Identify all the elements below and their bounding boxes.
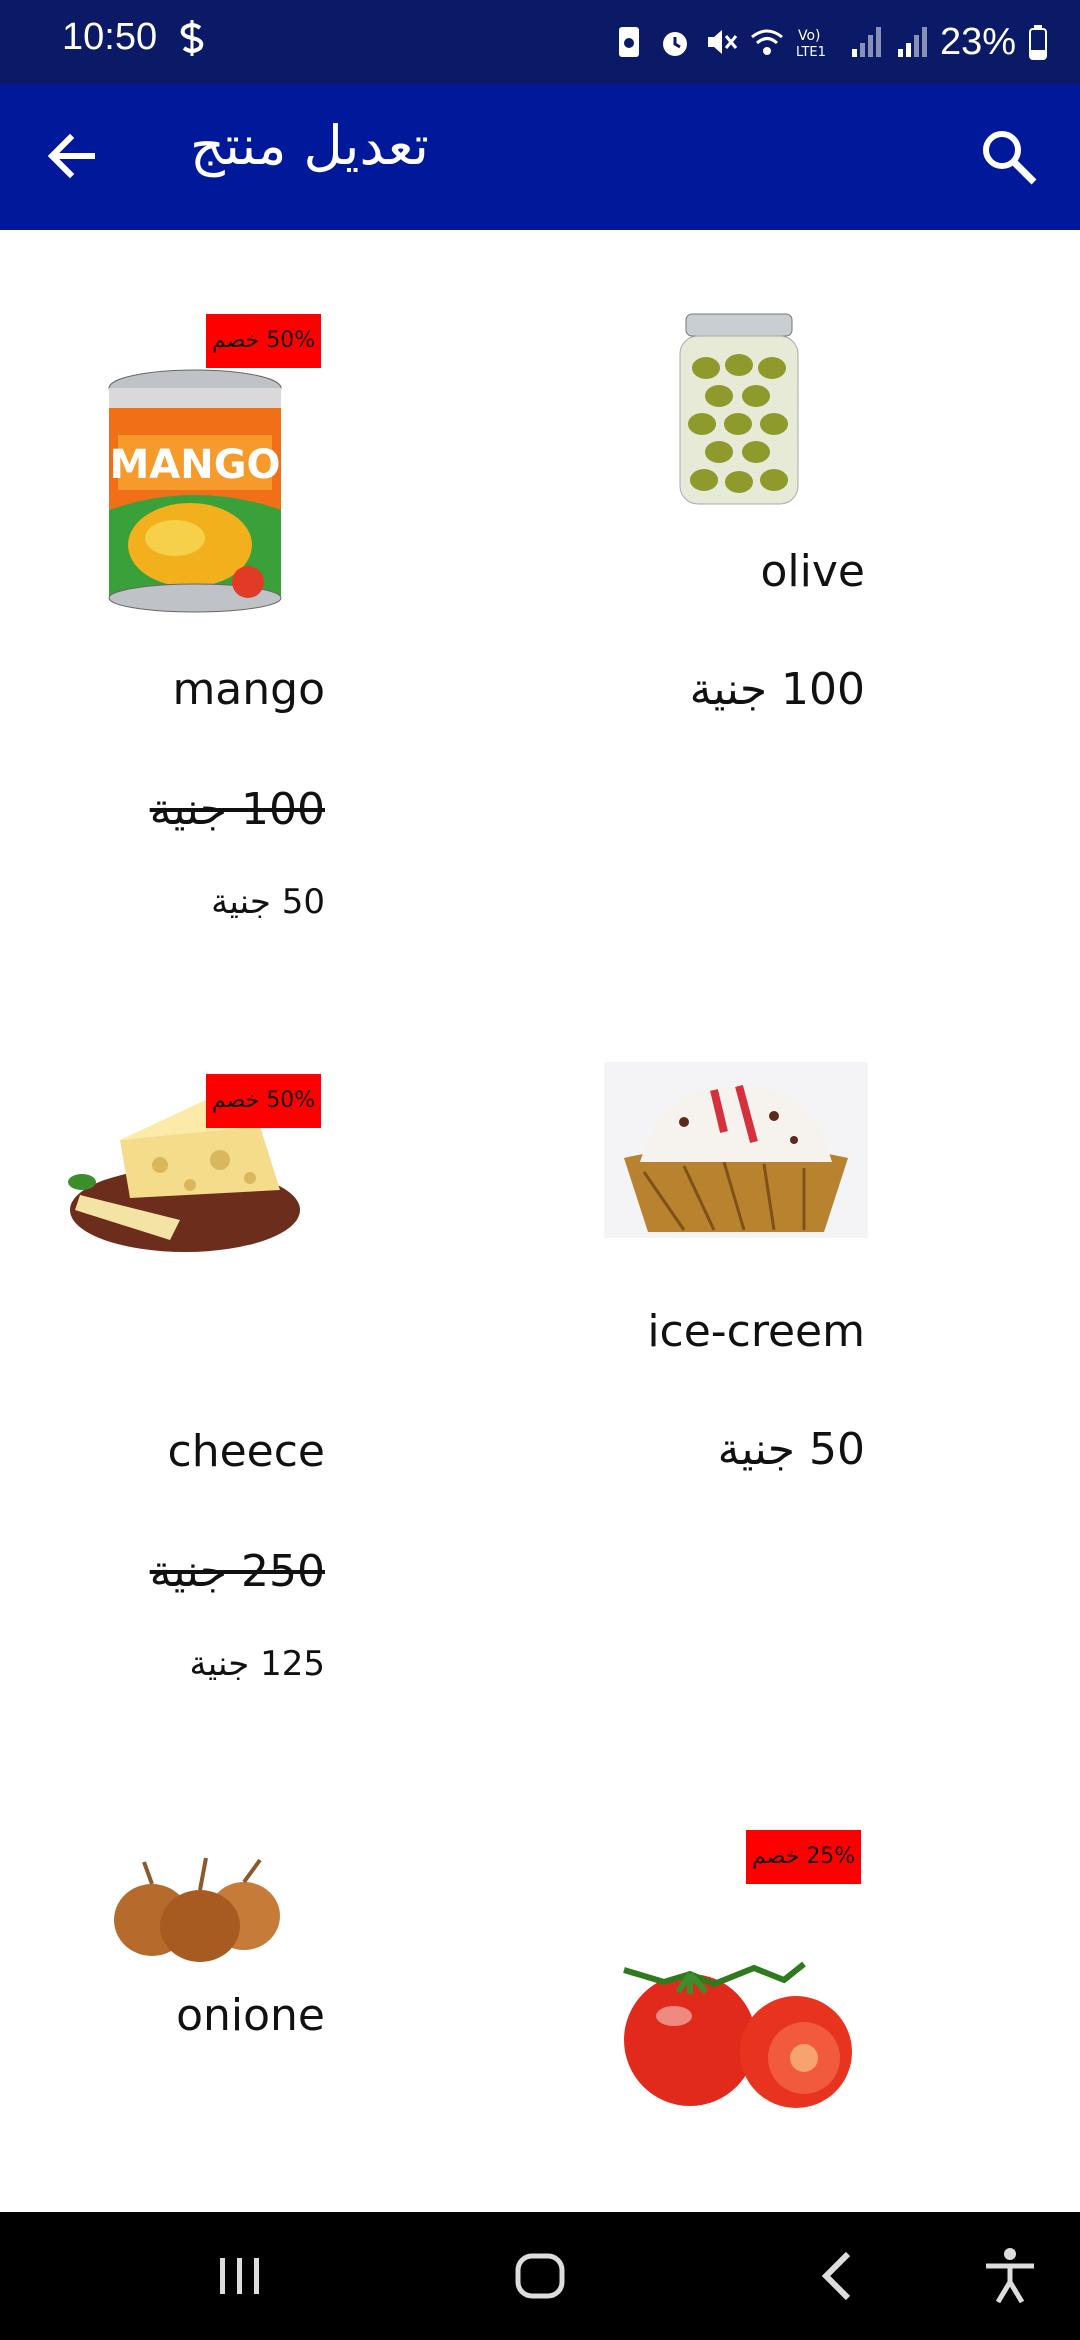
svg-text:LTE1: LTE1 xyxy=(796,45,826,60)
alarm-icon xyxy=(662,32,687,56)
recents-icon[interactable] xyxy=(210,2246,270,2306)
back-icon[interactable] xyxy=(810,2246,870,2306)
mango-can-image: MANGO xyxy=(108,369,282,613)
ice-cream-image xyxy=(604,1062,868,1238)
app-bar: تعديل منتج xyxy=(0,84,1080,230)
product-name: ice-creem xyxy=(647,1306,865,1357)
new-price: 50 جنية xyxy=(211,882,325,922)
sync-icon xyxy=(180,20,204,56)
svg-text:Vo): Vo) xyxy=(798,28,821,44)
product-card-cheece[interactable]: 50% خصم cheece 250 جنية 125 جنية xyxy=(0,990,540,1710)
old-price: 250 جنية xyxy=(149,1546,325,1597)
navigation-bar xyxy=(0,2212,1080,2340)
status-time: 10:50 xyxy=(62,16,158,58)
discount-badge: 25% خصم xyxy=(746,1830,862,1884)
product-grid: MANGO 50% خصم mango 100 جنية 50 جنية oli… xyxy=(0,230,1080,2212)
product-name: mango xyxy=(172,664,325,715)
signal-icon xyxy=(851,27,881,57)
old-price: 100 جنية xyxy=(149,784,325,835)
battery-percentage: 23% xyxy=(939,20,1016,63)
discount-badge: 50% خصم xyxy=(206,314,322,368)
product-card-onione[interactable]: onione xyxy=(0,1754,540,2212)
status-bar: 10:50 Vo) LTE1 23% xyxy=(0,0,1080,84)
olive-jar-image xyxy=(679,313,799,505)
tomato-image xyxy=(604,1940,874,2120)
product-name: cheece xyxy=(167,1426,325,1477)
mute-icon xyxy=(707,30,738,54)
product-name: olive xyxy=(760,546,865,597)
page-title: تعديل منتج xyxy=(190,114,429,177)
product-price: 100 جنية xyxy=(689,664,865,715)
product-card-ice-creem[interactable]: ice-creem 50 جنية xyxy=(540,990,1080,1710)
back-arrow-icon[interactable] xyxy=(40,124,104,188)
accessibility-icon[interactable] xyxy=(980,2246,1040,2306)
wifi-icon xyxy=(751,29,783,55)
product-card-mango[interactable]: MANGO 50% خصم mango 100 جنية 50 جنية xyxy=(0,230,540,950)
svg-text:MANGO: MANGO xyxy=(109,442,280,488)
discount-badge: 50% خصم xyxy=(206,1074,322,1128)
home-icon[interactable] xyxy=(510,2246,570,2306)
volte-icon: Vo)LTE1 xyxy=(796,28,826,60)
product-card-tomato[interactable]: 25% خصم xyxy=(540,1754,1080,2212)
onion-image xyxy=(114,1857,280,1962)
new-price: 125 جنية xyxy=(189,1644,325,1684)
signal-icon-2 xyxy=(897,27,927,57)
search-icon[interactable] xyxy=(974,122,1044,192)
battery-icon xyxy=(1029,25,1047,60)
product-name: onione xyxy=(176,1990,325,2041)
product-card-olive[interactable]: olive 100 جنية xyxy=(540,230,1080,950)
battery-saver-icon xyxy=(618,27,639,57)
product-price: 50 جنية xyxy=(717,1424,865,1475)
